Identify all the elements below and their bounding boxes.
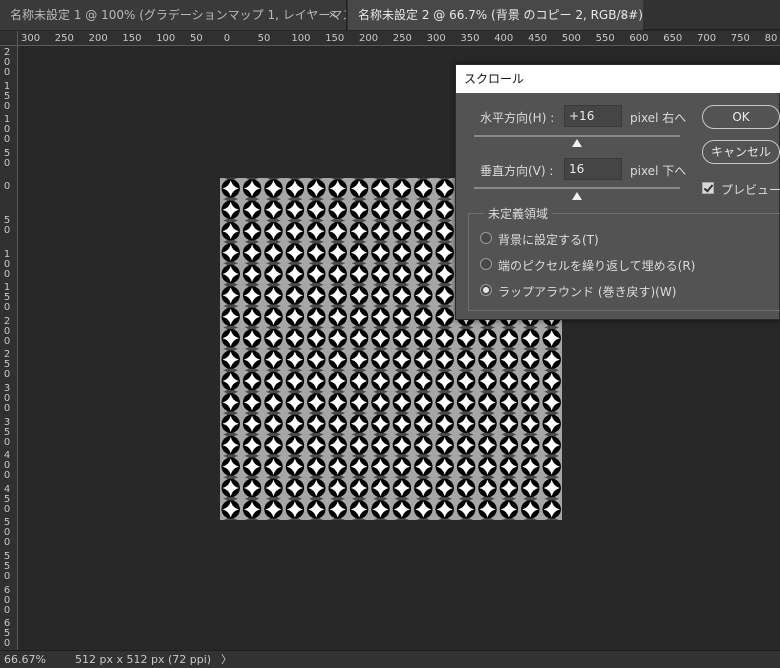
status-bar: 66.67% 512 px x 512 px (72 ppi) 〉: [0, 650, 780, 668]
tab-document-2-label: 名称未設定 2 @ 66.7% (背景 のコピー 2, RGB/8#) *: [358, 8, 643, 22]
ruler-tick-label: 1 5 0: [3, 282, 11, 314]
status-menu-arrow-icon[interactable]: 〉: [221, 651, 232, 668]
preview-checkbox[interactable]: [702, 182, 714, 194]
ruler-tick-label: 600: [629, 33, 649, 44]
ruler-tick-label: 3 5 0: [3, 416, 11, 448]
ruler-tick-label: 6 0 0: [3, 584, 11, 616]
radio-repeat-edge-pixels[interactable]: [480, 258, 492, 270]
ruler-tick-label: 2 0 0: [3, 315, 11, 347]
ruler-tick-label: 4 0 0: [3, 450, 11, 482]
vertical-ruler[interactable]: 2 0 01 5 01 0 05 005 01 0 01 5 02 0 02 5…: [0, 46, 18, 650]
cancel-button[interactable]: キャンセル: [702, 140, 780, 164]
ruler-corner[interactable]: [0, 31, 18, 46]
ruler-tick-label: 1 0 0: [3, 248, 11, 280]
ruler-tick-label: 700: [697, 33, 717, 44]
ruler-tick-label: 1 5 0: [3, 80, 11, 112]
ok-button[interactable]: OK: [702, 105, 780, 129]
undefined-area-label: 未定義領域: [484, 205, 553, 222]
dialog-title: スクロール: [456, 65, 780, 93]
vertical-unit: pixel 下へ: [630, 164, 687, 178]
horizontal-slider-track[interactable]: [474, 135, 680, 137]
ruler-tick-label: 80: [764, 33, 778, 44]
ruler-tick-label: 5 5 0: [3, 551, 11, 582]
ruler-tick-label: 3 0 0: [3, 383, 11, 414]
ruler-tick-label: 650: [663, 33, 683, 44]
ruler-tick-label: 6 5 0: [3, 618, 11, 650]
horizontal-ruler[interactable]: 300 250 200 150 100 50 0 50 100 150 200 250 300 350 40…: [18, 31, 780, 46]
ruler-tick-label: 2 0 0: [3, 47, 11, 78]
tab-document-1[interactable]: 名称未設定 1 @ 100% (グラデーションマップ 1, レイヤーマスク/8)…: [0, 0, 347, 30]
vertical-slider-track[interactable]: [474, 187, 680, 189]
radio-wrap-around-label[interactable]: ラップアラウンド (巻き戻す)(W): [498, 283, 676, 300]
ruler-tick-label: 2 5 0: [3, 349, 11, 381]
radio-set-to-background-label[interactable]: 背景に設定する(T): [498, 231, 599, 248]
vertical-slider-thumb[interactable]: [572, 192, 582, 200]
ruler-tick-label: 5 0: [3, 147, 11, 169]
ruler-tick-label: 1 0 0: [3, 114, 11, 146]
ruler-tick-label: 300: [426, 33, 446, 44]
ruler-tick-label: 450: [528, 33, 548, 44]
vertical-label: 垂直方向(V) :: [480, 164, 554, 178]
horizontal-unit: pixel 右へ: [630, 111, 687, 125]
ruler-tick-label: 50: [190, 33, 203, 44]
ruler-tick-label: 4 5 0: [3, 483, 11, 515]
ruler-tick-label: 150: [122, 33, 142, 44]
ruler-tick-label: 150: [325, 33, 345, 44]
radio-set-to-background[interactable]: [480, 232, 492, 244]
horizontal-label: 水平方向(H) :: [480, 111, 555, 125]
horizontal-input[interactable]: [564, 105, 622, 127]
tab-document-1-label: 名称未設定 1 @ 100% (グラデーションマップ 1, レイヤーマスク/8)…: [10, 8, 346, 22]
ruler-tick-label: 350: [460, 33, 480, 44]
ruler-tick-label: 550: [595, 33, 615, 44]
preview-label[interactable]: プレビュー(P): [721, 181, 780, 198]
ruler-tick-label: 5 0: [3, 215, 11, 236]
vertical-input[interactable]: [564, 158, 622, 180]
tab-document-2[interactable]: 名称未設定 2 @ 66.7% (背景 のコピー 2, RGB/8#) * ×: [348, 0, 643, 30]
ruler-tick-label: 750: [730, 33, 750, 44]
ruler-tick-label: 100: [291, 33, 311, 44]
ruler-tick-label: 5 0 0: [3, 517, 11, 549]
ruler-tick-label: 250: [54, 33, 74, 44]
ruler-tick-label: 0: [3, 181, 11, 193]
tab-document-1-close-icon[interactable]: ×: [328, 0, 337, 30]
document-tab-bar: 名称未設定 1 @ 100% (グラデーションマップ 1, レイヤーマスク/8)…: [0, 0, 780, 30]
ruler-tick-label: 100: [156, 33, 176, 44]
ruler-tick-label: 300: [21, 33, 41, 44]
ruler-tick-label: 50: [257, 33, 271, 44]
tab-document-2-close-icon[interactable]: ×: [620, 0, 629, 30]
ruler-tick-label: 400: [494, 33, 514, 44]
radio-wrap-around[interactable]: [480, 284, 492, 296]
zoom-level[interactable]: 66.67%: [4, 651, 46, 668]
scroll-dialog: スクロール 水平方向(H) : pixel 右へ 垂直方向(V) : pixel…: [455, 64, 780, 320]
ruler-tick-label: 250: [392, 33, 412, 44]
document-info: 512 px x 512 px (72 ppi): [75, 653, 212, 666]
ruler-tick-label: 500: [561, 33, 581, 44]
ruler-tick-label: 200: [88, 33, 108, 44]
ruler-tick-label: 200: [359, 33, 379, 44]
radio-repeat-edge-pixels-label[interactable]: 端のピクセルを繰り返して埋める(R): [498, 257, 695, 274]
horizontal-slider-thumb[interactable]: [572, 139, 582, 147]
ruler-tick-label: 0: [223, 33, 231, 44]
